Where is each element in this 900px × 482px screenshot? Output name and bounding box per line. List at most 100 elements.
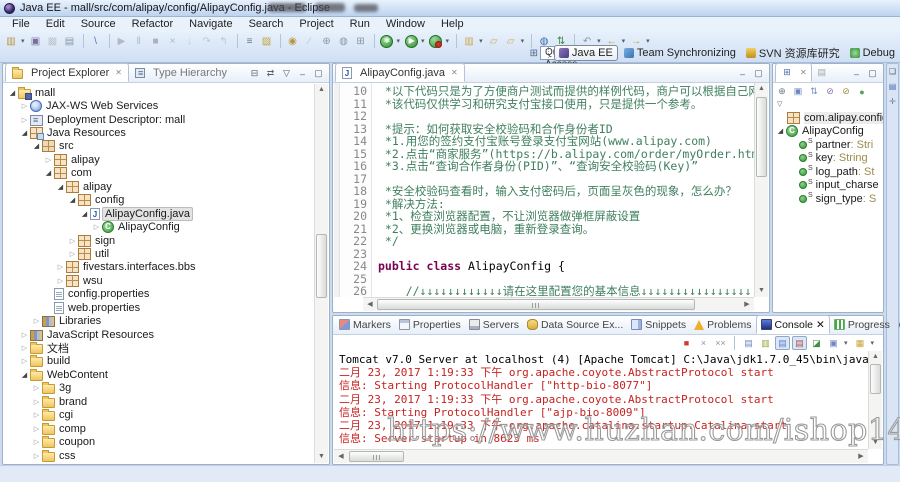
twistie-open-icon[interactable]: ◢	[775, 127, 786, 135]
outline-class[interactable]: ◢ AlipayConfig	[773, 125, 883, 139]
menu-window[interactable]: Window	[378, 17, 433, 32]
dropdown-arrow-icon[interactable]: ▾	[870, 339, 874, 347]
remove-all-launches-icon[interactable]: ××	[713, 336, 728, 350]
run-icon[interactable]	[403, 34, 419, 49]
dropdown-arrow-icon[interactable]: ▾	[844, 339, 848, 347]
twistie-closed-icon[interactable]: ▷	[31, 425, 42, 433]
tree-item-webcontent[interactable]: ◢ WebContent	[4, 368, 314, 381]
tree-item-brand[interactable]: ▷ brand	[4, 395, 314, 408]
outline-field-log_path[interactable]: Slog_path : St	[773, 165, 883, 179]
mark-occurrences-icon[interactable]: ≡	[242, 34, 258, 49]
twistie-open-icon[interactable]: ◢	[67, 196, 78, 204]
hide-static-icon[interactable]: ⊘	[839, 85, 853, 98]
menu-search[interactable]: Search	[241, 17, 292, 32]
code-area[interactable]: *以下代码只是为了方便商户测试而提供的样例代码，商户可以根据自己网站的需要，按照…	[372, 83, 754, 297]
twistie-closed-icon[interactable]: ▷	[31, 398, 42, 406]
view-menu-icon[interactable]: ▽	[773, 100, 883, 108]
dropdown-arrow-icon[interactable]: ▾	[421, 37, 425, 45]
perspective-java-ee[interactable]: Java EE	[553, 45, 618, 61]
new-wizard-icon[interactable]: ▥	[3, 34, 19, 49]
tree-item-web-properties[interactable]: web.properties	[4, 301, 314, 314]
twistie-open-icon[interactable]: ◢	[19, 129, 30, 137]
editor-vertical-scrollbar[interactable]: ▲ ▼	[754, 83, 768, 297]
show-stderr-icon[interactable]: ▤	[791, 336, 807, 350]
twistie-closed-icon[interactable]: ▷	[19, 116, 30, 124]
link-with-editor-icon[interactable]: ⇄	[264, 68, 277, 79]
twistie-closed-icon[interactable]: ▷	[91, 223, 102, 231]
tab-data-source-ex-[interactable]: Data Source Ex...	[523, 315, 627, 334]
tree-item-coupon[interactable]: ▷ coupon	[4, 435, 314, 449]
menu-file[interactable]: File	[4, 17, 38, 32]
twistie-closed-icon[interactable]: ▷	[31, 438, 42, 446]
new-class-icon[interactable]: ⊕	[319, 34, 335, 49]
twistie-closed-icon[interactable]: ▷	[19, 344, 30, 352]
open-file-icon[interactable]: ▱	[486, 34, 502, 49]
close-icon[interactable]: ✕	[115, 68, 122, 77]
twistie-open-icon[interactable]: ◢	[31, 142, 42, 150]
tab-properties[interactable]: Properties	[395, 315, 465, 334]
scroll-down-icon[interactable]: ▼	[315, 451, 328, 463]
menu-navigate[interactable]: Navigate	[181, 17, 240, 32]
tree-item-libraries[interactable]: ▷ Libraries	[4, 314, 314, 328]
tab-type-hierarchy[interactable]: Type Hierarchy	[129, 63, 233, 82]
dropdown-arrow-icon[interactable]: ▾	[521, 37, 525, 45]
twistie-closed-icon[interactable]: ▷	[55, 277, 66, 285]
maximize-icon[interactable]: ▢	[312, 68, 325, 79]
tree-item-css[interactable]: ▷ css	[4, 449, 314, 462]
tree-item-deployment-descriptor-mall[interactable]: ▷ Deployment Descriptor: mall	[4, 113, 314, 126]
tree-item-src[interactable]: ◢ src	[4, 140, 314, 153]
hide-non-public-icon[interactable]: ●	[855, 85, 869, 98]
tree-item-alipayconfig-java[interactable]: ◢ AlipayConfig.java	[4, 206, 314, 221]
tree-item-build[interactable]: ▷ build	[4, 355, 314, 368]
dropdown-arrow-icon[interactable]: ▾	[446, 37, 450, 45]
twistie-open-icon[interactable]: ◢	[43, 169, 54, 177]
twistie-closed-icon[interactable]: ▷	[43, 156, 54, 164]
categorize-icon[interactable]: ▣	[791, 85, 805, 98]
tree-item-com[interactable]: ◢ com	[4, 167, 314, 180]
tree-item-fivestars-interfaces-bbs[interactable]: ▷ fivestars.interfaces.bbs	[4, 261, 314, 274]
twistie-open-icon[interactable]: ◢	[19, 371, 30, 379]
new-java-project-icon[interactable]: ▥	[461, 34, 477, 49]
twistie-closed-icon[interactable]: ▷	[31, 411, 42, 419]
twistie-closed-icon[interactable]: ▷	[19, 357, 30, 365]
tree-item-wsu[interactable]: ▷ wsu	[4, 274, 314, 287]
tab-problems[interactable]: Problems	[690, 315, 755, 334]
tree-item-sign[interactable]: ▷ sign	[4, 234, 314, 247]
minimize-icon[interactable]: –	[850, 69, 863, 79]
menu-project[interactable]: Project	[291, 17, 341, 32]
tab-outline[interactable]: ⊞ ✕	[775, 63, 812, 82]
scroll-right-icon[interactable]: ▶	[741, 299, 753, 311]
scroll-left-icon[interactable]: ◀	[335, 451, 347, 463]
twistie-closed-icon[interactable]: ▷	[67, 237, 78, 245]
sort-icon[interactable]: ⇅	[807, 85, 821, 98]
tab-console[interactable]: Console ✕	[755, 315, 830, 334]
open-resource-icon[interactable]: ◍	[336, 34, 352, 49]
restore-views-icon[interactable]: ❏	[889, 68, 896, 76]
show-view-icon[interactable]: ⊞	[353, 34, 369, 49]
show-stdout-icon[interactable]: ▤	[774, 336, 790, 350]
clear-console-icon[interactable]: ▤	[741, 336, 756, 350]
open-console-icon[interactable]: ▦	[852, 336, 867, 350]
minimized-view-icon[interactable]: ✛	[889, 98, 896, 106]
twistie-closed-icon[interactable]: ▷	[55, 263, 66, 271]
twistie-closed-icon[interactable]: ▷	[31, 384, 42, 392]
project-tree-scrollbar[interactable]: ▲ ▼	[314, 84, 328, 463]
tree-item-comp[interactable]: ▷ comp	[4, 422, 314, 435]
tree-item-alipay[interactable]: ◢ alipay	[4, 180, 314, 193]
outline-field-sign_type[interactable]: Ssign_type : S	[773, 192, 883, 206]
twistie-closed-icon[interactable]: ▷	[19, 102, 30, 110]
tree-item-2014[interactable]: ▷2014	[4, 462, 314, 463]
tab-project-explorer[interactable]: Project Explorer ✕	[5, 63, 129, 82]
twistie-closed-icon[interactable]: ▷	[31, 317, 42, 325]
close-icon[interactable]: ✕	[800, 68, 807, 77]
perspective-svn-资源库研究[interactable]: SVN 资源库研究	[742, 44, 844, 62]
scrollbar-thumb[interactable]	[316, 234, 327, 298]
collapse-all-icon[interactable]: ⊟	[248, 68, 261, 79]
editor-horizontal-scrollbar[interactable]: ◀ ▶	[363, 297, 754, 311]
tree-item-jax-ws-web-services[interactable]: ▷ JAX-WS Web Services	[4, 99, 314, 113]
scroll-right-icon[interactable]: ▶	[855, 451, 867, 463]
scrollbar-thumb[interactable]	[377, 299, 695, 310]
tree-item-java-resources[interactable]: ◢ Java Resources	[4, 126, 314, 141]
twistie-open-icon[interactable]: ◢	[55, 183, 66, 191]
tree-item-config[interactable]: ◢ config	[4, 194, 314, 207]
